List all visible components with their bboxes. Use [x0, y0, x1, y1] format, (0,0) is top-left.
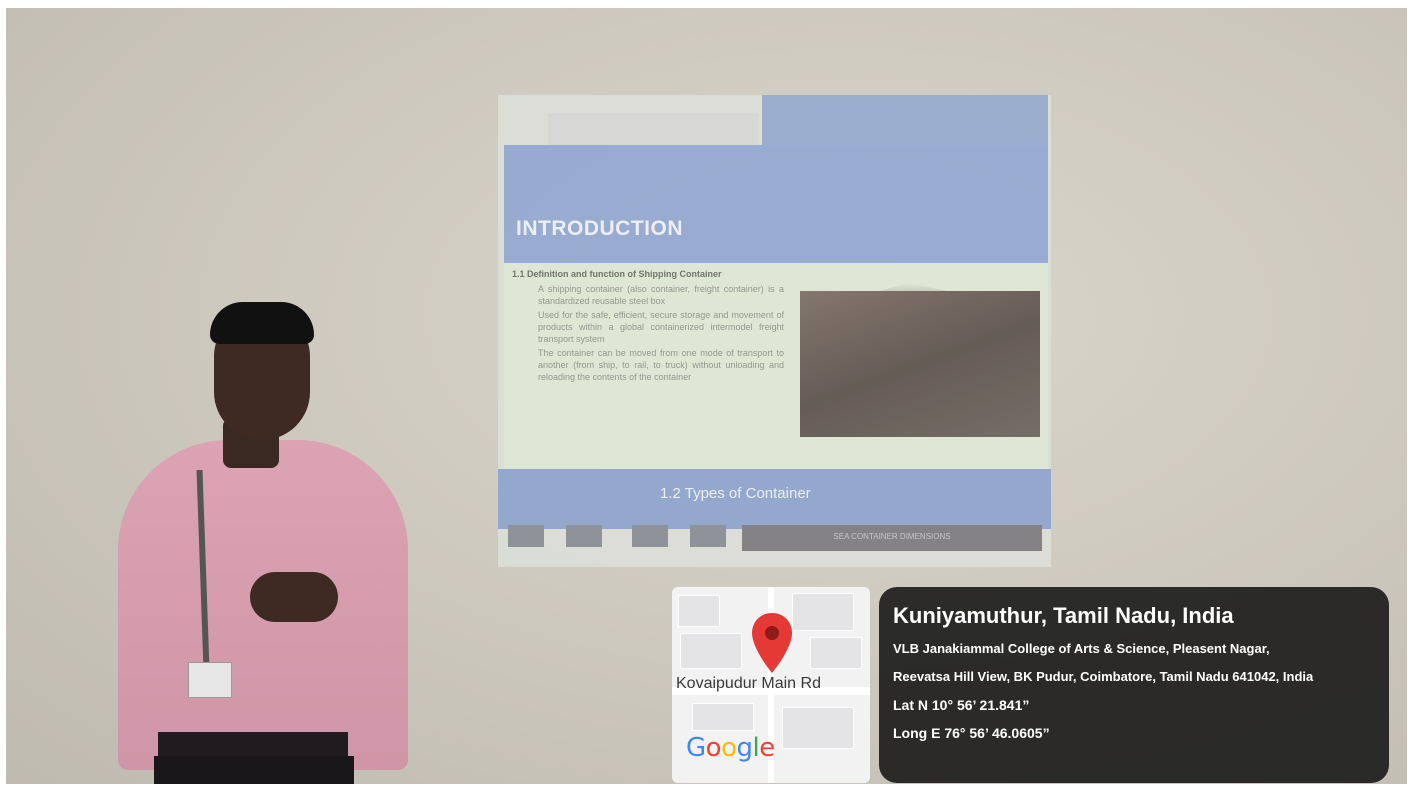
slide-footer-title: 1.2 Types of Container [660, 485, 811, 502]
map-block [680, 633, 742, 669]
slide-header-band [504, 145, 1048, 263]
slide-bullet: The container can be moved from one mode… [538, 348, 784, 382]
map-block [692, 703, 754, 731]
presenter-belt [158, 732, 348, 756]
frame-border [0, 0, 1413, 8]
location-pin-icon [752, 613, 792, 673]
map-thumbnail: Kovaipudur Main Rd Google [672, 587, 870, 783]
location-info-card: Kuniyamuthur, Tamil Nadu, India VLB Jana… [879, 587, 1389, 783]
slide-bullet-list: A shipping container (also container, fr… [538, 283, 784, 385]
slide-subheading: 1.1 Definition and function of Shipping … [512, 269, 722, 279]
map-road-label: Kovaipudur Main Rd [676, 675, 821, 692]
container-thumbnail [566, 525, 602, 547]
slide-top-bar [762, 95, 1048, 145]
container-thumbnail [690, 525, 726, 547]
address-line-2: Reevatsa Hill View, BK Pudur, Coimbatore… [893, 669, 1314, 684]
container-thumbnails [508, 525, 738, 547]
slide-bullet: A shipping container (also container, fr… [538, 284, 784, 306]
address-line-1: VLB Janakiammal College of Arts & Scienc… [893, 641, 1270, 656]
container-photo [800, 291, 1040, 437]
slide-top-image-strip [548, 113, 758, 145]
map-block [678, 595, 720, 627]
presenter-hair [210, 302, 314, 344]
presenter-hand [250, 572, 338, 622]
slide-bullet: Used for the safe, efficient, secure sto… [538, 310, 784, 344]
projected-slide: INTRODUCTION 1.1 Definition and function… [498, 95, 1051, 567]
frame-border [1407, 0, 1413, 789]
dimensions-table-label: SEA CONTAINER DIMENSIONS [833, 532, 951, 541]
map-block [792, 593, 854, 631]
slide-title: INTRODUCTION [516, 217, 683, 240]
longitude-text: Long E 76° 56’ 46.0605” [893, 725, 1050, 741]
google-logo: Google [686, 733, 775, 763]
frame-border [0, 0, 6, 789]
container-thumbnail [632, 525, 668, 547]
photo-scene: INTRODUCTION 1.1 Definition and function… [0, 0, 1413, 789]
frame-border [0, 784, 1413, 789]
latitude-text: Lat N 10° 56’ 21.841” [893, 697, 1030, 713]
map-block [810, 637, 862, 669]
presenter [118, 300, 418, 789]
id-badge [188, 662, 232, 698]
map-block [782, 707, 854, 749]
container-thumbnail [508, 525, 544, 547]
location-title: Kuniyamuthur, Tamil Nadu, India [893, 603, 1234, 628]
